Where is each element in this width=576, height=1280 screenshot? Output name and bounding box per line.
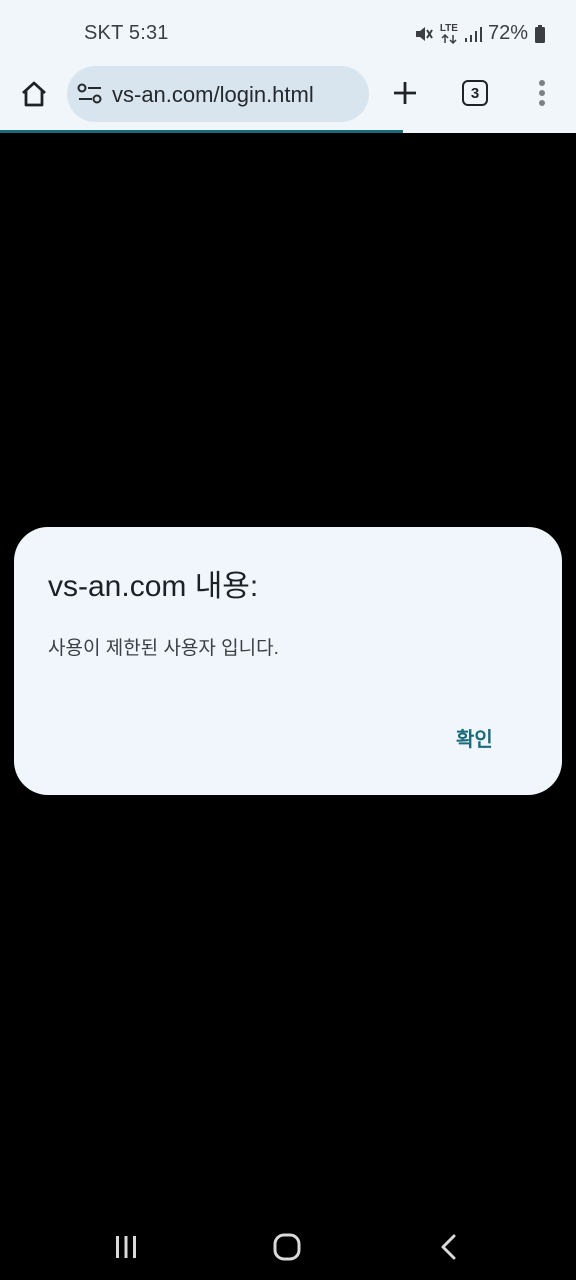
dialog-message: 사용이 제한된 사용자 입니다. (48, 638, 279, 659)
new-tab-button[interactable] (388, 76, 422, 110)
back-button[interactable] (436, 1232, 462, 1262)
tab-count: 3 (470, 84, 480, 102)
page-load-progress (0, 130, 576, 133)
carrier-time: SKT 5:31 (84, 22, 169, 44)
more-menu-button[interactable] (530, 78, 554, 108)
new-tab-icon (394, 82, 416, 104)
url-bar[interactable]: vs-an.com/login.html (67, 66, 369, 122)
browser-toolbar: vs-an.com/login.html 3 (0, 64, 576, 126)
phone-screen: SKT 5:31 LTE 72% vs-an.com/login.html 3 … (0, 0, 576, 1280)
home-nav-icon (273, 1233, 301, 1261)
signal-icon (464, 25, 482, 43)
lte-icon: LTE (440, 23, 458, 44)
recents-button[interactable] (110, 1234, 142, 1260)
mute-icon (414, 24, 434, 44)
battery-icon (534, 24, 546, 44)
dialog-title: vs-an.com 내용: (48, 570, 259, 603)
home-nav-button[interactable] (272, 1232, 302, 1262)
ok-button[interactable]: 확인 (444, 717, 505, 758)
status-bar: SKT 5:31 LTE 72% (0, 0, 576, 64)
browser-chrome: SKT 5:31 LTE 72% vs-an.com/login.html 3 (0, 0, 576, 133)
home-icon (22, 81, 46, 107)
url-text: vs-an.com/login.html (112, 82, 314, 107)
status-icons: LTE 72% (414, 22, 546, 45)
recents-icon (116, 1236, 136, 1258)
more-menu-icon (539, 80, 545, 106)
tabs-icon[interactable]: 3 (462, 80, 488, 106)
battery-percent: 72% (487, 22, 528, 44)
home-button[interactable] (14, 74, 54, 114)
alert-dialog: vs-an.com 내용: 사용이 제한된 사용자 입니다. 확인 (14, 527, 562, 795)
navigation-bar (0, 1212, 576, 1280)
site-settings-icon[interactable] (77, 82, 103, 106)
page-load-progress-fill (0, 130, 404, 133)
back-icon (441, 1234, 456, 1260)
